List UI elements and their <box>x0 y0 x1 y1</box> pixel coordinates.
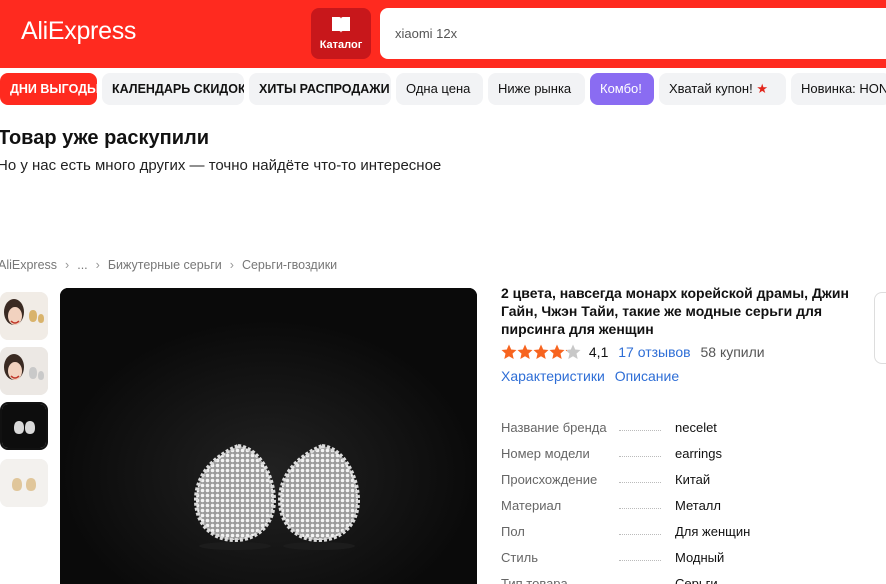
tab-description[interactable]: Описание <box>615 368 679 384</box>
spec-value: earrings <box>675 446 722 461</box>
spec-row: Номер модели earrings <box>501 444 801 470</box>
spec-row: Материал Металл <box>501 496 801 522</box>
nav-item-coupon[interactable]: Хватай купон! ★ <box>659 73 786 105</box>
thumbnail-2[interactable] <box>0 347 48 395</box>
spec-value: Китай <box>675 472 711 487</box>
main-product-image[interactable] <box>60 288 477 584</box>
earring-thumbnail-icon <box>0 459 48 507</box>
dotted-leader <box>619 560 661 561</box>
model-photo-icon <box>0 347 48 395</box>
side-panel-edge <box>874 292 886 364</box>
spec-value: necelet <box>675 420 717 435</box>
earrings-image-icon <box>60 288 477 584</box>
dotted-leader <box>619 508 661 509</box>
search-input[interactable]: xiaomi 12x <box>380 8 886 59</box>
aliexpress-logo[interactable]: AliExpress <box>21 17 136 46</box>
spec-row: Стиль Модный <box>501 548 801 574</box>
breadcrumb-item[interactable]: Серьги-гвоздики <box>242 258 337 272</box>
star-icon: ★ <box>756 81 768 96</box>
sold-count: 58 купили <box>700 344 765 361</box>
thumbnail-4[interactable] <box>0 459 48 507</box>
spec-key: Стиль <box>501 550 542 565</box>
star-rating-icon <box>501 344 581 360</box>
spec-value: Металл <box>675 498 721 513</box>
spec-key: Происхождение <box>501 472 602 487</box>
rating-value: 4,1 <box>588 344 609 361</box>
dotted-leader <box>619 482 661 483</box>
model-photo-icon <box>0 292 48 340</box>
product-title: 2 цвета, навсегда монарх корейской драмы… <box>501 285 849 337</box>
dotted-leader <box>619 430 661 431</box>
earring-thumbnail-icon <box>2 404 46 448</box>
spec-key: Пол <box>501 524 529 539</box>
nav-item-combo[interactable]: Комбо! <box>590 73 654 105</box>
spec-key: Номер модели <box>501 446 594 461</box>
search-query: xiaomi 12x <box>395 26 458 41</box>
thumbnail-1[interactable] <box>0 292 48 340</box>
nav-item-hits[interactable]: ХИТЫ РАСПРОДАЖИ <box>249 73 391 105</box>
chevron-right-icon: › <box>229 258 234 272</box>
promo-nav: ДНИ ВЫГОДЫ КАЛЕНДАРЬ СКИДОК ХИТЫ РАСПРОД… <box>0 73 886 105</box>
nav-item-new[interactable]: Новинка: HON <box>791 73 886 105</box>
spec-row: Название бренда necelet <box>501 418 801 444</box>
chevron-right-icon: › <box>65 258 70 272</box>
rating-row: 4,1 17 отзывов 58 купили <box>501 343 765 361</box>
spec-row: Происхождение Китай <box>501 470 801 496</box>
book-icon <box>332 17 350 33</box>
breadcrumb-item[interactable]: ... <box>77 258 87 272</box>
nav-item-below-market[interactable]: Ниже рынка <box>488 73 585 105</box>
breadcrumb-item[interactable]: Бижутерные серьги <box>108 258 222 272</box>
catalog-button[interactable]: Каталог <box>311 8 371 59</box>
sold-out-subtitle: Но у нас есть много других — точно найдё… <box>0 157 442 174</box>
breadcrumb: AliExpress ›... › Бижутерные серьги › Серьги-… <box>0 258 337 272</box>
dotted-leader <box>619 534 661 535</box>
spec-value: Серьги <box>675 576 718 584</box>
tab-characteristics[interactable]: Характеристики <box>501 368 605 384</box>
nav-item-dni-vygody[interactable]: ДНИ ВЫГОДЫ <box>0 73 97 105</box>
thumbnail-3[interactable] <box>0 402 48 450</box>
nav-item-one-price[interactable]: Одна цена <box>396 73 483 105</box>
spec-row: Пол Для женщин <box>501 522 801 548</box>
spec-row: Тип товара Серьги <box>501 574 801 584</box>
spec-value: Для женщин <box>675 524 751 539</box>
top-header: AliExpress Каталог xiaomi 12x <box>0 0 886 68</box>
spec-key: Материал <box>501 498 566 513</box>
nav-item-calendar[interactable]: КАЛЕНДАРЬ СКИДОК <box>102 73 244 105</box>
coupon-label: Хватай купон! <box>669 81 753 96</box>
product-tabs: Характеристики Описание <box>501 368 685 384</box>
spec-key: Название бренда <box>501 420 611 435</box>
spec-value: Модный <box>675 550 725 565</box>
reviews-link[interactable]: 17 отзывов <box>618 344 690 360</box>
sold-out-title: Товар уже раскупили <box>0 127 210 149</box>
spec-key: Тип товара <box>501 576 572 584</box>
dotted-leader <box>619 456 661 457</box>
catalog-label: Каталог <box>319 39 363 51</box>
breadcrumb-item[interactable]: AliExpress <box>0 258 57 272</box>
specs-table: Название бренда necelet Номер модели ear… <box>501 418 801 584</box>
chevron-right-icon: › <box>95 258 100 272</box>
